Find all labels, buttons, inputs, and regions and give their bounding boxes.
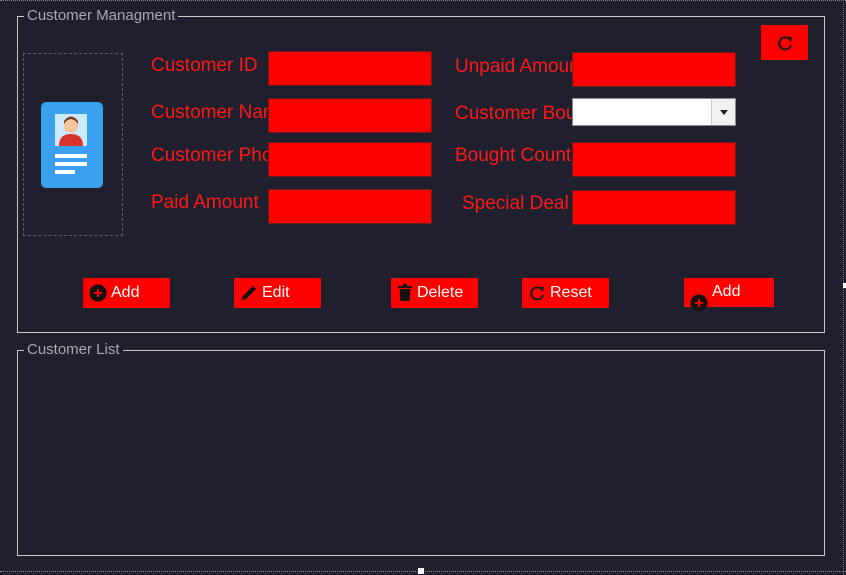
combobox-dropdown-button[interactable] [711,99,735,125]
edit-button-label: Edit [262,284,290,301]
id-card-icon [41,102,103,188]
add-second-button[interactable]: Add [684,278,774,312]
refresh-icon [777,35,792,50]
reset-button-label: Reset [550,284,592,301]
delete-button-label: Delete [417,284,464,301]
trash-icon [398,284,412,301]
customer-list-group[interactable]: Customer List [17,342,825,556]
customer-phone-label: Customer Phone [151,145,268,166]
unpaid-amount-field[interactable] [572,52,736,87]
paid-amount-label: Paid Amount [151,192,259,213]
refresh-button[interactable] [761,25,808,60]
customer-list-title: Customer List [24,342,123,358]
bought-count-field[interactable] [572,142,736,177]
customer-phone-field[interactable] [268,142,432,177]
edit-button[interactable]: Edit [234,278,321,308]
customer-id-label: Customer ID [151,55,258,76]
resize-handle-bottom[interactable] [418,568,424,574]
customer-photo-box[interactable] [23,53,123,236]
reset-button[interactable]: Reset [522,278,609,308]
unpaid-amount-label: Unpaid Amount [455,56,572,77]
add-button-label: Add [111,284,140,301]
chevron-down-icon [719,109,728,115]
customer-bought-combobox[interactable] [572,98,736,126]
plus-circle-icon [89,284,107,302]
customer-name-field[interactable] [268,98,432,133]
customer-management-title: Customer Managment [24,8,179,24]
pencil-icon [242,286,256,300]
bought-count-label: Bought Count [455,145,572,166]
add-button[interactable]: Add [83,278,170,308]
customer-id-field[interactable] [268,51,432,86]
refresh-icon [530,286,544,301]
add-second-button-label: Add [712,283,741,300]
plus-circle-icon [690,294,708,312]
special-deal-field[interactable] [572,190,736,225]
customer-name-label: Customer Name [151,102,268,123]
paid-amount-field[interactable] [268,189,432,224]
delete-button[interactable]: Delete [391,278,478,308]
designer-top-border [0,0,846,1]
special-deal-label: Special Deal [462,193,569,214]
customer-bought-label: Customer Bought [455,103,572,124]
